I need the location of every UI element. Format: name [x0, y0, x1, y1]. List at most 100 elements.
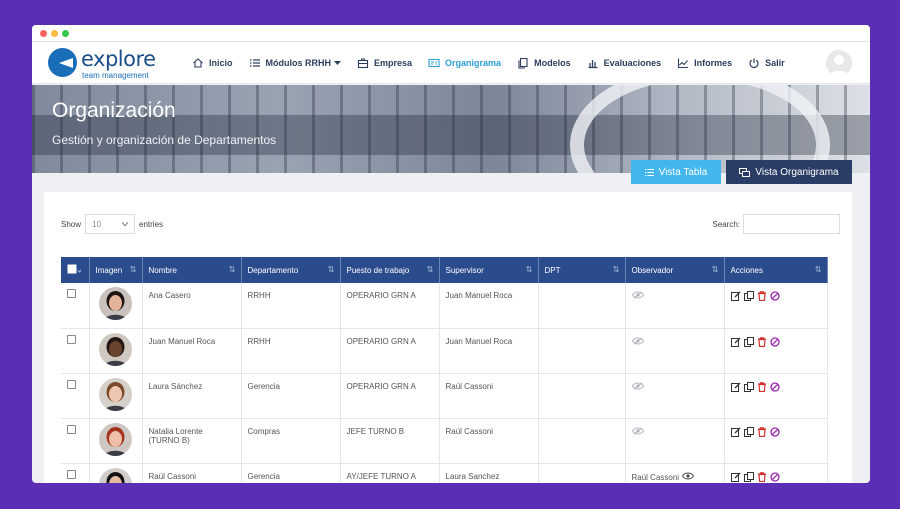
employee-observer-cell	[625, 328, 725, 374]
sort-icon[interactable]: ⇅	[328, 265, 335, 274]
column-header-imagen[interactable]: Imagen ⇅	[89, 257, 143, 283]
copy-icon	[518, 57, 528, 69]
table-row[interactable]: Laura Sánchez Gerencia OPERARIO GRN A Raúl …	[61, 373, 828, 419]
brand-logo[interactable]: explore team management	[48, 47, 158, 80]
employee-supervisor: Juan Manuel Roca	[439, 283, 539, 329]
table-body: Ana Casero RRHH OPERARIO GRN A Juan Manuel …	[61, 283, 828, 483]
nav-label: Organigrama	[445, 58, 502, 68]
row-checkbox[interactable]	[67, 424, 76, 434]
duplicate-icon[interactable]	[743, 426, 754, 437]
sort-icon[interactable]: ⇅	[427, 265, 434, 274]
minimize-window-button[interactable]	[51, 30, 58, 37]
browser-window: explore team management Inicio Módulos R…	[32, 25, 870, 483]
table-row[interactable]: Natalia Lorente (TURNO B) Compras JEFE TUR…	[61, 418, 828, 464]
employee-name: Juan Manuel Roca	[142, 328, 242, 374]
delete-icon[interactable]	[757, 336, 767, 347]
column-header-nombre[interactable]: Nombre ⇅	[142, 257, 242, 283]
table-row[interactable]: Ana Casero RRHH OPERARIO GRN A Juan Manuel …	[61, 283, 828, 329]
nav-item-evaluaciones[interactable]: Evaluaciones	[587, 57, 661, 69]
sort-icon[interactable]: ⇅	[526, 265, 533, 274]
sort-icon[interactable]: ⇅	[229, 265, 236, 274]
table-row[interactable]: Juan Manuel Roca RRHH OPERARIO GRN A Juan M…	[61, 328, 828, 374]
duplicate-icon[interactable]	[743, 381, 754, 392]
nav-label: Salir	[765, 58, 785, 68]
chevron-down-icon	[122, 222, 129, 226]
edit-icon[interactable]	[730, 382, 741, 392]
column-header-acciones[interactable]: Acciones ⇅	[724, 257, 828, 283]
eye-slash-icon[interactable]	[631, 427, 644, 435]
column-header-departamento[interactable]: Departamento ⇅	[241, 257, 341, 283]
employee-image-cell	[89, 463, 143, 483]
select-all-header[interactable]	[61, 257, 90, 283]
eye-slash-icon[interactable]	[631, 291, 644, 299]
employee-dpt	[538, 463, 626, 483]
edit-icon[interactable]	[730, 337, 741, 347]
disable-icon[interactable]	[769, 381, 780, 392]
duplicate-icon[interactable]	[743, 471, 754, 482]
select-all-checkbox-icon[interactable]	[67, 264, 82, 274]
nav-label: Empresa	[374, 58, 413, 68]
delete-icon[interactable]	[757, 381, 767, 392]
duplicate-icon[interactable]	[743, 291, 754, 301]
maximize-window-button[interactable]	[62, 30, 69, 37]
employee-name: Ana Casero	[142, 283, 242, 329]
eye-slash-icon[interactable]	[631, 382, 644, 390]
disable-icon[interactable]	[769, 471, 780, 482]
employee-dpt	[538, 418, 626, 464]
row-checkbox[interactable]	[67, 469, 76, 479]
delete-icon[interactable]	[757, 426, 767, 437]
entries-select-value: 10	[92, 219, 101, 229]
briefcase-icon	[357, 58, 369, 69]
window-titlebar	[32, 25, 870, 42]
employee-supervisor: Raúl Cassoni	[439, 373, 539, 419]
bar-chart-icon	[588, 60, 598, 69]
search-input[interactable]	[743, 214, 840, 234]
employee-avatar	[98, 377, 132, 411]
nav-item-modelos[interactable]: Modelos	[517, 57, 571, 69]
row-checkbox[interactable]	[67, 379, 76, 389]
disable-icon[interactable]	[769, 426, 780, 437]
org-chart-icon	[739, 167, 751, 177]
home-icon	[193, 58, 203, 68]
nav-item-empresa[interactable]: Empresa	[357, 57, 412, 69]
column-header-dpt[interactable]: DPT ⇅	[538, 257, 626, 283]
disable-icon[interactable]	[769, 291, 780, 301]
employee-department: Gerencia	[241, 373, 341, 419]
table-row[interactable]: Raúl Cassoni Gerencia AY/JEFE TURNO A Laura…	[61, 463, 828, 483]
nav-item-informes[interactable]: Informes	[677, 57, 732, 69]
delete-icon[interactable]	[757, 471, 767, 482]
org-chart-view-label: Vista Organigrama	[755, 166, 839, 178]
entries-select[interactable]: 10	[85, 214, 136, 234]
column-header-puesto[interactable]: Puesto de trabajo ⇅	[340, 257, 440, 283]
eye-slash-icon[interactable]	[631, 337, 644, 345]
disable-icon[interactable]	[769, 336, 780, 347]
nav-item-modulos-rrhh[interactable]: Módulos RRHH	[249, 57, 342, 69]
row-select-cell	[61, 463, 90, 483]
org-chart-view-button[interactable]: Vista Organigrama	[726, 160, 852, 184]
sort-icon[interactable]: ⇅	[712, 265, 719, 274]
entries-label: entries	[139, 219, 164, 229]
edit-icon[interactable]	[730, 427, 741, 437]
sort-icon[interactable]: ⇅	[815, 265, 822, 274]
edit-icon[interactable]	[730, 291, 741, 301]
table-view-button[interactable]: Vista Tabla	[631, 160, 721, 184]
edit-icon[interactable]	[730, 472, 741, 482]
row-checkbox[interactable]	[67, 334, 76, 344]
sort-icon[interactable]: ⇅	[613, 265, 620, 274]
nav-item-inicio[interactable]: Inicio	[192, 57, 233, 69]
main-nav: Inicio Módulos RRHH Empresa Organigrama …	[192, 42, 801, 84]
column-header-supervisor[interactable]: Supervisor ⇅	[439, 257, 539, 283]
entries-length-control: Show 10 entries	[61, 214, 163, 234]
user-icon	[829, 55, 849, 76]
eye-icon[interactable]	[681, 472, 695, 480]
caret-down-icon	[334, 61, 342, 65]
nav-item-organigrama[interactable]: Organigrama	[428, 57, 501, 69]
row-checkbox[interactable]	[67, 289, 76, 298]
delete-icon[interactable]	[757, 291, 767, 301]
nav-item-salir[interactable]: Salir	[748, 57, 785, 69]
user-avatar[interactable]	[826, 50, 852, 76]
duplicate-icon[interactable]	[743, 336, 754, 347]
column-header-observador[interactable]: Observador ⇅	[625, 257, 725, 283]
close-window-button[interactable]	[40, 30, 47, 37]
sort-icon[interactable]: ⇅	[130, 265, 137, 274]
